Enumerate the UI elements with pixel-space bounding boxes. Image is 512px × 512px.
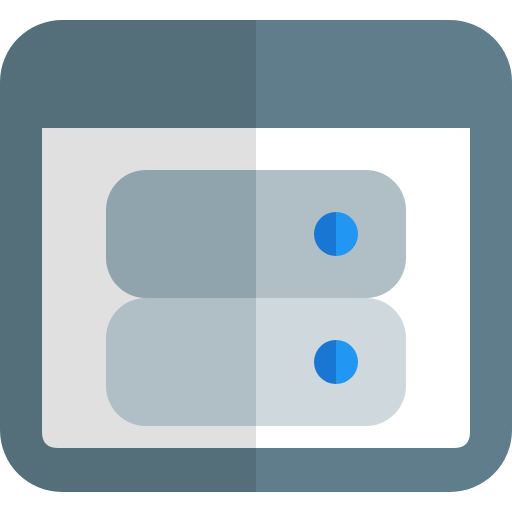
server-drive-top (106, 170, 406, 298)
server-window-icon (0, 20, 512, 492)
status-led-bottom (314, 340, 358, 384)
server-drive-bottom (106, 298, 406, 426)
status-led-top (314, 212, 358, 256)
icon-canvas (0, 0, 512, 512)
